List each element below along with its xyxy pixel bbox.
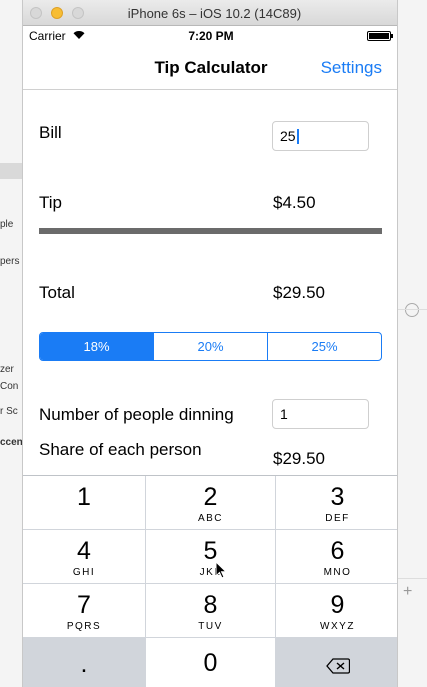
key-digit: 6 xyxy=(330,537,345,565)
tip-amount: $4.50 xyxy=(273,193,316,212)
tip-label: Tip xyxy=(39,193,62,212)
key-7[interactable]: 7 PQRS xyxy=(23,584,145,637)
key-digit: 5 xyxy=(203,537,218,565)
total-label: Total xyxy=(39,283,75,302)
background-strip xyxy=(0,163,22,179)
people-input-value: 1 xyxy=(280,406,288,422)
text-cursor xyxy=(296,129,299,144)
key-letters: PQRS xyxy=(66,621,102,632)
key-5[interactable]: 5 JKL xyxy=(146,530,275,583)
tip-percentage-selector: 18% 20% 25% xyxy=(39,332,382,361)
total-amount: $29.50 xyxy=(273,283,325,302)
iphone-screen: Carrier 7:20 PM Tip Calculator Settings … xyxy=(23,26,397,687)
key-3[interactable]: 3 DEF xyxy=(276,476,397,529)
key-letters: ABC xyxy=(197,513,224,524)
constraint-target-icon xyxy=(405,303,419,317)
settings-button[interactable]: Settings xyxy=(321,58,382,78)
bill-label: Bill xyxy=(39,123,62,142)
tip-option-25[interactable]: 25% xyxy=(267,333,381,360)
bill-input-value: 25 xyxy=(280,128,296,144)
background-text: ple xyxy=(0,219,14,230)
tip-slider[interactable] xyxy=(39,228,382,234)
share-amount: $29.50 xyxy=(273,449,325,468)
key-letters: GHI xyxy=(72,567,96,578)
background-text: pers xyxy=(0,256,20,267)
key-digit: 1 xyxy=(77,483,91,511)
background-text: ccen xyxy=(0,437,22,448)
mouse-pointer-icon xyxy=(215,561,227,579)
simulator-window: iPhone 6s – iOS 10.2 (14C89) Carrier 7:2… xyxy=(22,0,398,687)
divider xyxy=(397,309,427,310)
people-label: Number of people dinning xyxy=(39,405,234,424)
key-letters: MNO xyxy=(323,567,352,578)
key-digit: 4 xyxy=(77,537,91,565)
background-xcode-right: + xyxy=(397,0,427,687)
navigation-bar: Tip Calculator Settings xyxy=(23,46,397,90)
key-9[interactable]: 9 WXYZ xyxy=(276,584,397,637)
background-text: zer xyxy=(0,364,14,375)
numeric-keypad: 1 2 ABC 3 DEF 4 GHI 5 JKL 6 MNO 7 PQRS 8… xyxy=(23,475,397,687)
status-time: 7:20 PM xyxy=(188,29,234,43)
key-digit: 0 xyxy=(203,649,218,677)
status-bar: Carrier 7:20 PM xyxy=(23,26,397,46)
key-letters: DEF xyxy=(325,513,350,524)
tip-option-18[interactable]: 18% xyxy=(40,333,153,360)
key-decimal[interactable]: . xyxy=(23,638,145,687)
window-title: iPhone 6s – iOS 10.2 (14C89) xyxy=(127,6,302,21)
key-digit: 2 xyxy=(203,483,218,511)
key-digit: 7 xyxy=(77,591,91,619)
divider xyxy=(397,578,427,579)
key-letters: WXYZ xyxy=(320,621,355,632)
key-letters: TUV xyxy=(198,621,223,632)
plus-icon[interactable]: + xyxy=(403,583,412,601)
window-titlebar: iPhone 6s – iOS 10.2 (14C89) xyxy=(23,0,397,26)
tip-option-20[interactable]: 20% xyxy=(153,333,267,360)
key-letters: JKL xyxy=(199,567,222,578)
background-text: Con xyxy=(0,381,19,392)
share-label: Share of each person xyxy=(39,440,202,459)
bill-input[interactable]: 25 xyxy=(272,121,369,151)
key-digit: 9 xyxy=(330,591,345,619)
key-1[interactable]: 1 xyxy=(23,476,145,529)
key-digit: 8 xyxy=(203,591,218,619)
battery-icon xyxy=(367,31,393,41)
key-digit: 3 xyxy=(330,483,345,511)
desktop: ple pers zer Con r Sc ccen + iPhone 6s –… xyxy=(0,0,427,687)
key-4[interactable]: 4 GHI xyxy=(23,530,145,583)
background-xcode-left: ple pers zer Con r Sc ccen xyxy=(0,0,22,687)
key-digit: . xyxy=(80,650,88,678)
key-2[interactable]: 2 ABC xyxy=(146,476,275,529)
key-8[interactable]: 8 TUV xyxy=(146,584,275,637)
backspace-icon xyxy=(325,658,350,674)
key-6[interactable]: 6 MNO xyxy=(276,530,397,583)
delete-key[interactable] xyxy=(276,638,397,687)
people-input[interactable]: 1 xyxy=(272,399,369,429)
background-text: r Sc xyxy=(0,406,18,417)
key-0[interactable]: 0 xyxy=(146,638,275,687)
